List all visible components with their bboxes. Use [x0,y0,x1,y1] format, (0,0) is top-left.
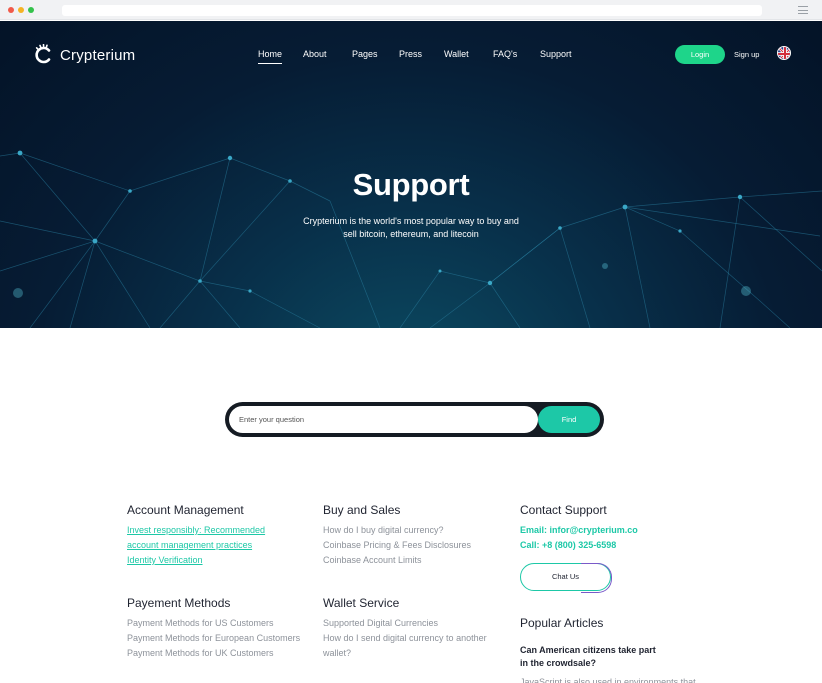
account-management-section: Account Management Invest responsibly: R… [127,503,265,568]
minimize-window-icon[interactable] [18,7,24,13]
nav-item-press[interactable]: Press [399,49,422,59]
signup-link[interactable]: Sign up [734,50,759,59]
crypterium-logo-icon [35,44,51,64]
maximize-window-icon[interactable] [28,7,34,13]
nav-item-faqs[interactable]: FAQ's [493,49,517,59]
contact-support-section: Contact Support Email: infor@crypterium.… [520,503,638,553]
buy-sales-section: Buy and Sales How do I buy digital curre… [323,503,471,568]
payment-methods-section: Payement Methods Payment Methods for US … [127,596,300,661]
nav-item-wallet[interactable]: Wallet [444,49,469,59]
section-title: Wallet Service [323,596,400,610]
hero-banner: Crypterium Home About Pages Press Wallet… [0,21,822,328]
link-identity-verification[interactable]: Identity Verification [127,553,265,568]
link-send-currency[interactable]: How do I send digital currency to anothe… [323,631,487,646]
link-pricing-fees[interactable]: Coinbase Pricing & Fees Disclosures [323,538,471,553]
hamburger-menu-icon[interactable] [798,6,808,14]
link-invest-responsibly[interactable]: Invest responsibly: Recommended [127,523,265,538]
link-buy-digital-currency[interactable]: How do I buy digital currency? [323,523,471,538]
link-supported-currencies[interactable]: Supported Digital Currencies [323,616,487,631]
article-title-link[interactable]: Can American citizens take part in the c… [520,644,660,669]
section-title: Contact Support [520,503,607,517]
article-excerpt: JavaScript is also used in environments … [520,677,696,683]
address-bar[interactable] [62,5,762,16]
login-button[interactable]: Login [675,45,725,64]
nav-item-support[interactable]: Support [540,49,572,59]
brand-name: Crypterium [60,46,136,64]
nav-item-about[interactable]: About [303,49,327,59]
link-account-practices[interactable]: account management practices [127,538,265,553]
link-payment-eu[interactable]: Payment Methods for European Customers [127,631,300,646]
support-phone-link[interactable]: Call: +8 (800) 325-6598 [520,538,638,553]
find-button[interactable]: Find [538,406,600,433]
chat-us-button[interactable]: Chat Us [520,562,612,593]
link-send-currency-cont[interactable]: wallet? [323,646,487,661]
nav-item-pages[interactable]: Pages [352,49,378,59]
nav-item-home[interactable]: Home [258,49,283,64]
section-title: Buy and Sales [323,503,401,517]
page-title: Support [352,167,470,202]
hero-subtitle: Crypterium is the world's most popular w… [303,216,519,239]
search-bar: Find [225,402,604,437]
uk-flag-icon[interactable] [777,46,791,60]
wallet-service-section: Wallet Service Supported Digital Currenc… [323,596,487,661]
search-input[interactable] [229,406,538,433]
brand-logo[interactable]: Crypterium [34,44,135,66]
link-payment-uk[interactable]: Payment Methods for UK Customers [127,646,300,661]
browser-chrome [0,0,822,20]
popular-articles-title: Popular Articles [520,616,604,630]
link-payment-us[interactable]: Payment Methods for US Customers [127,616,300,631]
link-account-limits[interactable]: Coinbase Account Limits [323,553,471,568]
close-window-icon[interactable] [8,7,14,13]
support-email-link[interactable]: Email: infor@crypterium.co [520,523,638,538]
section-title: Payement Methods [127,596,231,610]
section-title: Account Management [127,503,244,517]
